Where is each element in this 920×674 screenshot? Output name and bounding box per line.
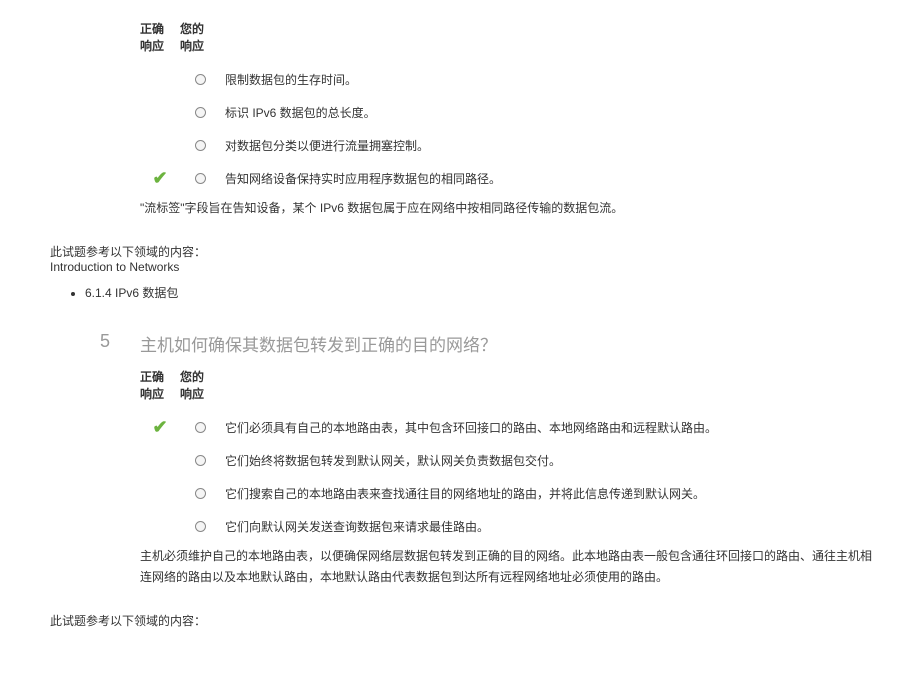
q5-option-text-1: 它们始终将数据包转发到默认网关，默认网关负责数据包交付。 [220, 452, 880, 469]
q5-option-row: 它们向默认网关发送查询数据包来请求最佳路由。 [140, 511, 880, 541]
q5-option-text-2: 它们搜索自己的本地路由表来查找通往目的网络地址的路由，并将此信息传递到默认网关。 [220, 485, 880, 502]
q5-title: 主机如何确保其数据包转发到正确的目的网络？ [140, 331, 880, 356]
radio-icon [195, 173, 206, 184]
q4-option-row: 对数据包分类以便进行流量拥塞控制。 [140, 130, 880, 160]
q5-reference-label: 此试题参考以下领域的内容： [50, 612, 880, 629]
q4-option-row: 标识 IPv6 数据包的总长度。 [140, 97, 880, 127]
q4-reference-label: 此试题参考以下领域的内容： [50, 243, 880, 260]
q5-option-text-3: 它们向默认网关发送查询数据包来请求最佳路由。 [220, 518, 880, 535]
q5-option-row: 它们始终将数据包转发到默认网关，默认网关负责数据包交付。 [140, 445, 880, 475]
q4-option-text-0: 限制数据包的生存时间。 [220, 71, 880, 88]
radio-icon [195, 422, 206, 433]
header-correct-2: 响应 [140, 385, 180, 402]
q5-explanation: 主机必须维护自己的本地路由表，以便确保网络层数据包转发到正确的目的网络。此本地路… [140, 546, 880, 587]
radio-icon [195, 140, 206, 151]
radio-icon [195, 107, 206, 118]
q5-number: 5 [100, 331, 110, 352]
q4-reference-title: Introduction to Networks [50, 260, 880, 274]
checkmark-icon: ✔ [152, 417, 167, 438]
header-your-2: 响应 [180, 37, 220, 54]
q4-option-text-3: 告知网络设备保持实时应用程序数据包的相同路径。 [220, 170, 880, 187]
radio-icon [195, 455, 206, 466]
q4-option-row: ✔ 告知网络设备保持实时应用程序数据包的相同路径。 [140, 163, 880, 193]
q5-option-text-0: 它们必须具有自己的本地路由表，其中包含环回接口的路由、本地网络路由和远程默认路由… [220, 419, 880, 436]
radio-icon [195, 488, 206, 499]
q4-option-text-2: 对数据包分类以便进行流量拥塞控制。 [220, 137, 880, 154]
q4-option-row: 限制数据包的生存时间。 [140, 64, 880, 94]
header-your-1: 您的 [180, 368, 220, 385]
q4-option-text-1: 标识 IPv6 数据包的总长度。 [220, 104, 880, 121]
q4-reference-item: 6.1.4 IPv6 数据包 [85, 284, 880, 301]
header-correct-1: 正确 [140, 20, 180, 37]
checkmark-icon: ✔ [152, 168, 167, 189]
header-correct-2: 响应 [140, 37, 180, 54]
q5-option-row: 它们搜索自己的本地路由表来查找通往目的网络地址的路由，并将此信息传递到默认网关。 [140, 478, 880, 508]
q4-explanation: "流标签"字段旨在告知设备，某个 IPv6 数据包属于应在网络中按相同路径传输的… [140, 198, 880, 218]
radio-icon [195, 521, 206, 532]
radio-icon [195, 74, 206, 85]
header-correct-1: 正确 [140, 368, 180, 385]
header-your-1: 您的 [180, 20, 220, 37]
header-your-2: 响应 [180, 385, 220, 402]
q5-option-row: ✔ 它们必须具有自己的本地路由表，其中包含环回接口的路由、本地网络路由和远程默认… [140, 412, 880, 442]
